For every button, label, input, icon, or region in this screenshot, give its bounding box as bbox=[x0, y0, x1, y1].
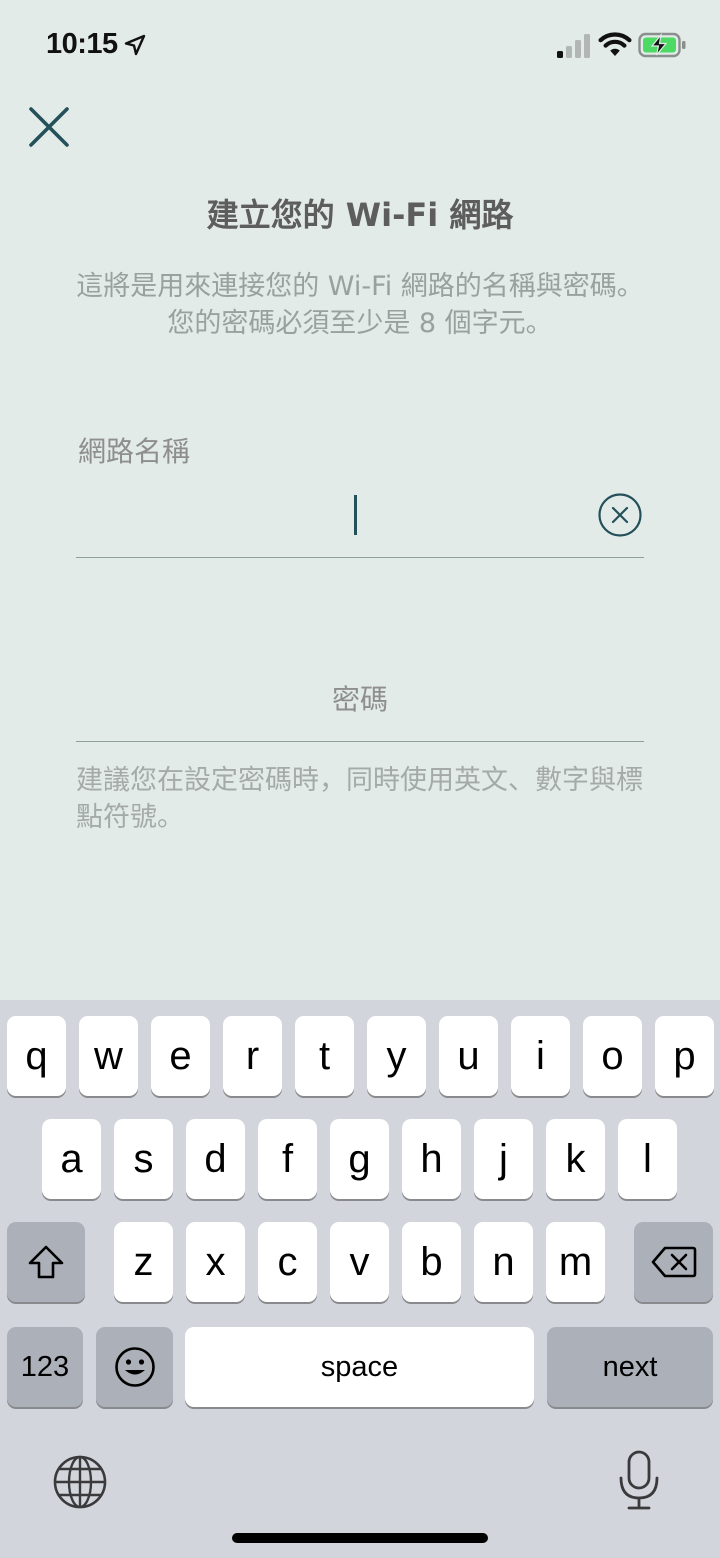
key-b[interactable]: b bbox=[402, 1222, 461, 1302]
location-arrow-icon bbox=[124, 34, 146, 56]
microphone-icon[interactable] bbox=[612, 1448, 666, 1512]
emoji-icon bbox=[114, 1347, 155, 1387]
key-q[interactable]: q bbox=[7, 1016, 66, 1096]
key-t[interactable]: t bbox=[295, 1016, 354, 1096]
key-g[interactable]: g bbox=[330, 1119, 389, 1199]
page-title: 建立您的 Wi-Fi 網路 bbox=[206, 196, 514, 234]
key-s[interactable]: s bbox=[114, 1119, 173, 1199]
key-j[interactable]: j bbox=[474, 1119, 533, 1199]
numbers-key[interactable]: 123 bbox=[7, 1327, 83, 1407]
close-icon bbox=[29, 107, 69, 147]
key-w[interactable]: w bbox=[79, 1016, 138, 1096]
key-v[interactable]: v bbox=[330, 1222, 389, 1302]
text-cursor bbox=[354, 495, 357, 535]
key-a[interactable]: a bbox=[42, 1119, 101, 1199]
key-n[interactable]: n bbox=[474, 1222, 533, 1302]
password-hint: 建議您在設定密碼時，同時使用英文、數字與標點符號。 bbox=[76, 765, 643, 833]
key-u[interactable]: u bbox=[439, 1016, 498, 1096]
wifi-icon bbox=[598, 32, 632, 56]
backspace-icon bbox=[651, 1246, 696, 1278]
key-e[interactable]: e bbox=[151, 1016, 210, 1096]
key-c[interactable]: c bbox=[258, 1222, 317, 1302]
password-field bbox=[76, 660, 644, 742]
key-z[interactable]: z bbox=[114, 1222, 173, 1302]
next-key[interactable]: next bbox=[547, 1327, 713, 1407]
key-p[interactable]: p bbox=[655, 1016, 714, 1096]
key-f[interactable]: f bbox=[258, 1119, 317, 1199]
page-description: 這將是用來連接您的 Wi-Fi 網路的名稱與密碼。您的密碼必須至少是 8 個字元… bbox=[76, 271, 644, 339]
home-indicator bbox=[232, 1533, 488, 1543]
close-button[interactable] bbox=[22, 100, 76, 154]
status-time: 10:15 bbox=[46, 28, 118, 60]
network-name-input[interactable] bbox=[76, 478, 576, 556]
key-k[interactable]: k bbox=[546, 1119, 605, 1199]
key-m[interactable]: m bbox=[546, 1222, 605, 1302]
clear-circle-icon[interactable] bbox=[597, 492, 643, 538]
backspace-key[interactable] bbox=[634, 1222, 713, 1302]
globe-icon[interactable] bbox=[50, 1452, 110, 1512]
key-d[interactable]: d bbox=[186, 1119, 245, 1199]
key-r[interactable]: r bbox=[223, 1016, 282, 1096]
key-l[interactable]: l bbox=[618, 1119, 677, 1199]
space-key[interactable]: space bbox=[185, 1327, 534, 1407]
cellular-signal-icon bbox=[557, 34, 590, 58]
key-y[interactable]: y bbox=[367, 1016, 426, 1096]
network-name-field bbox=[76, 478, 644, 558]
password-input[interactable] bbox=[76, 660, 644, 738]
key-o[interactable]: o bbox=[583, 1016, 642, 1096]
key-i[interactable]: i bbox=[511, 1016, 570, 1096]
key-x[interactable]: x bbox=[186, 1222, 245, 1302]
network-name-label: 網路名稱 bbox=[78, 435, 191, 468]
status-bar: 10:15 bbox=[0, 0, 720, 92]
battery-charging-icon bbox=[638, 32, 686, 58]
shift-key[interactable] bbox=[7, 1222, 85, 1302]
shift-icon bbox=[28, 1245, 64, 1279]
key-h[interactable]: h bbox=[402, 1119, 461, 1199]
emoji-key[interactable] bbox=[96, 1327, 173, 1407]
